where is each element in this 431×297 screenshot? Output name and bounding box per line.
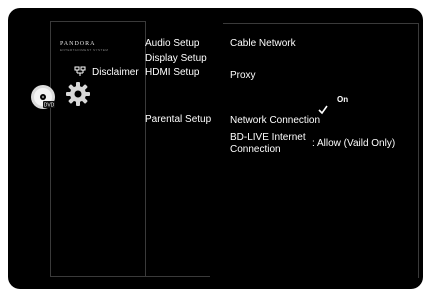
frame-divider [50, 21, 51, 276]
svg-text:DVD: DVD [44, 103, 55, 109]
menu-item-display-setup[interactable]: Display Setup [145, 53, 207, 64]
network-icon[interactable] [74, 66, 86, 77]
setting-bd-live-value[interactable]: : Allow (Vaild Only) [312, 138, 395, 149]
disclaimer-label[interactable]: Disclaimer [92, 67, 139, 78]
checkmark-icon [318, 105, 328, 115]
menu-item-hdmi-setup[interactable]: HDMI Setup [145, 67, 199, 78]
tv-screen: PANDORA ENTERTAINMENT SYSTEM Disclaimer … [8, 8, 423, 289]
menu-item-parental-setup[interactable]: Parental Setup [145, 114, 211, 125]
option-on[interactable]: On [337, 95, 348, 104]
setting-network-connection[interactable]: Network Connection [230, 115, 320, 126]
menu-item-audio-setup[interactable]: Audio Setup [145, 38, 200, 49]
frame-divider [223, 23, 418, 24]
disc-icon[interactable]: DVD [30, 84, 56, 110]
brand-logo: PANDORA [60, 41, 96, 47]
setting-proxy[interactable]: Proxy [230, 70, 256, 81]
brand-tagline: ENTERTAINMENT SYSTEM [60, 48, 109, 52]
setting-cable-network[interactable]: Cable Network [230, 38, 296, 49]
frame-divider [50, 276, 210, 277]
frame-divider [418, 23, 419, 278]
gear-icon[interactable] [65, 81, 91, 107]
setting-bd-live-label[interactable]: BD-LIVE Internet Connection [230, 132, 310, 156]
frame-divider [50, 21, 145, 22]
